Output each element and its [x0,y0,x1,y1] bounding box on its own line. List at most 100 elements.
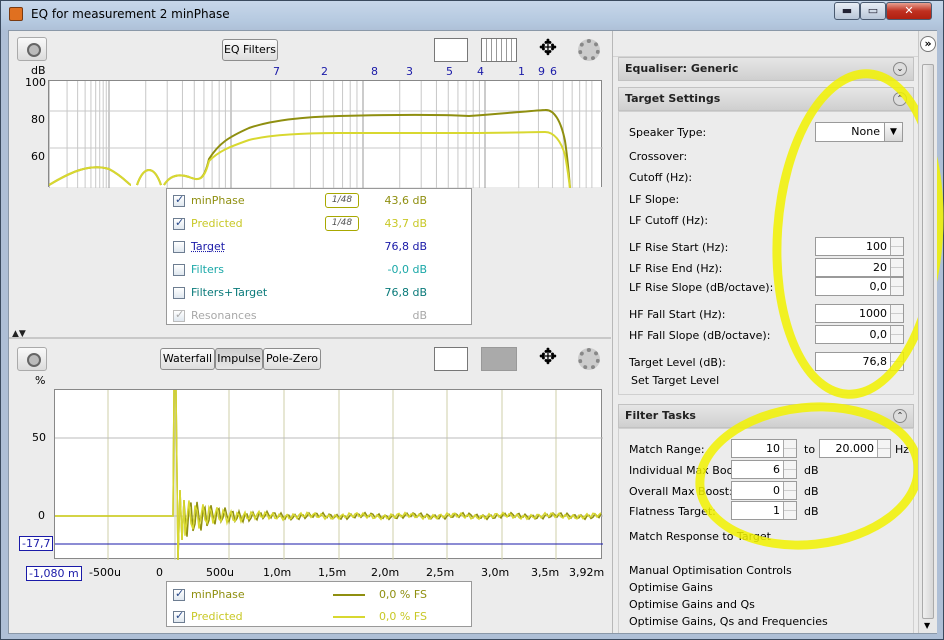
vertical-zoom-icon[interactable] [434,347,468,371]
filter-number-marker[interactable]: 4 [477,65,484,78]
individual-max-boost-field[interactable]: 6 [731,460,797,479]
expand-panel-icon[interactable]: » [920,36,936,52]
optimise-gains-link[interactable]: Optimise Gains [629,581,713,594]
legend-value: 43,6 dB [384,194,427,207]
match-response-link[interactable]: Match Response to Target [629,530,771,543]
minphase-impulse [55,390,601,560]
filter-number-marker[interactable]: 1 [518,65,525,78]
legend-name: Predicted [191,610,243,623]
speaker-type-label: Speaker Type: [629,126,706,139]
filter-number-marker[interactable]: 5 [446,65,453,78]
hz-label: Hz [895,443,909,456]
vertical-zoom-icon[interactable] [434,38,468,62]
hf-fall-start-label: HF Fall Start (Hz): [629,308,725,321]
predicted-impulse [55,390,601,560]
smoothing-button[interactable]: 1/48 [325,216,359,231]
filters-checkbox[interactable] [173,264,185,276]
filter-number-marker[interactable]: 2 [321,65,328,78]
impulse-plot[interactable] [54,389,602,559]
line-swatch [333,594,365,596]
optimise-gains-qs-link[interactable]: Optimise Gains and Qs [629,598,755,611]
gear-icon[interactable] [578,39,600,61]
lf-rise-end-field[interactable]: 20 [815,258,904,277]
lf-cutoff-label: LF Cutoff (Hz): [629,214,708,227]
target-settings-title: Target Settings [625,92,720,105]
legend-value: 0,0 % FS [379,588,427,601]
eq-settings-panel: Equaliser: Generic ⌄ Target Settings ⌃ S… [612,31,918,633]
x-tick-label: 2,0m [371,566,399,579]
minphase-checkbox[interactable] [173,589,185,601]
legend-name: Predicted [191,217,243,230]
chevron-up-icon[interactable]: ⌃ [893,92,907,106]
match-range-to-field[interactable]: 20.000 [819,439,891,458]
bottom-legend: minPhase 0,0 % FS Predicted 0,0 % FS [166,581,472,627]
target-settings-header[interactable]: Target Settings ⌃ [618,87,914,111]
eq-filters-button[interactable]: EQ Filters [222,39,278,61]
flatness-target-field[interactable]: 1 [731,501,797,520]
x-tick-label: 0 [156,566,163,579]
x-tick-label: 3,5m [531,566,559,579]
flatness-target-label: Flatness Target: [629,505,716,518]
tab-impulse[interactable]: Impulse [215,348,263,370]
smoothing-button[interactable]: 1/48 [325,193,359,208]
filters-target-checkbox[interactable] [173,287,185,299]
hf-fall-slope-field[interactable]: 0,0 [815,325,904,344]
lf-rise-start-field[interactable]: 100 [815,237,904,256]
predicted-checkbox[interactable] [173,611,185,623]
lf-rise-slope-field[interactable]: 0,0 [815,277,904,296]
maximize-button[interactable]: ▭ [860,2,886,20]
db-label: dB [804,505,819,518]
speaker-type-select[interactable]: None [815,122,903,142]
target-level-field[interactable]: 76,8 [815,352,904,371]
predicted-curve [49,132,570,188]
filter-number-marker[interactable]: 6 [550,65,557,78]
overall-max-boost-field[interactable]: 0 [731,481,797,500]
minimize-button[interactable]: ▬ [834,2,860,20]
individual-max-boost-label: Individual Max Boost: [629,464,747,477]
filter-tasks-header[interactable]: Filter Tasks ⌃ [618,404,914,428]
scroll-down-icon[interactable]: ▼ [924,621,930,630]
lf-rise-start-label: LF Rise Start (Hz): [629,241,728,254]
manual-optimisation-link[interactable]: Manual Optimisation Controls [629,564,792,577]
filter-number-marker[interactable]: 8 [371,65,378,78]
optimise-gains-qs-freq-link[interactable]: Optimise Gains, Qs and Frequencies [629,615,828,628]
legend-value: 76,8 dB [384,240,427,253]
match-range-from-field[interactable]: 10 [731,439,797,458]
predicted-checkbox[interactable] [173,218,185,230]
target-checkbox[interactable] [173,241,185,253]
impulse-svg [55,390,603,560]
chevron-down-icon[interactable]: ⌄ [893,62,907,76]
move-arrows-icon[interactable]: ✥ [530,347,566,371]
tab-pole-zero[interactable]: Pole-Zero [263,348,321,370]
minphase-checkbox[interactable] [173,195,185,207]
legend-name: Target [191,240,225,253]
db-label: dB [804,485,819,498]
legend-value: -0,0 dB [388,263,428,276]
grid-icon[interactable] [481,38,517,62]
window-title: EQ for measurement 2 minPhase [31,7,230,21]
legend-name: Resonances [191,309,257,322]
vertical-scrollbar[interactable]: » ▼ [918,31,937,633]
splitter[interactable] [9,337,611,339]
camera-icon[interactable] [17,37,47,61]
x-tick-label: -500u [89,566,121,579]
camera-icon[interactable] [17,347,47,371]
legend-value: dB [412,309,427,322]
close-button[interactable]: ✕ [886,2,932,20]
legend-row-target: Target 76,8 dB [173,239,463,255]
chevron-up-icon[interactable]: ⌃ [893,409,907,423]
filter-number-marker[interactable]: 9 [538,65,545,78]
x-tick-label: 500u [206,566,234,579]
filter-number-marker[interactable]: 3 [406,65,413,78]
hf-fall-start-field[interactable]: 1000 [815,304,904,323]
set-target-level-link[interactable]: Set Target Level [631,374,719,387]
frequency-response-plot[interactable] [48,80,602,187]
lf-slope-label: LF Slope: [629,193,679,206]
gear-icon[interactable] [578,348,600,370]
filter-number-marker[interactable]: 7 [273,65,280,78]
bottom-y-tick-50: 50 [32,431,46,444]
move-arrows-icon[interactable]: ✥ [530,38,566,62]
equaliser-header[interactable]: Equaliser: Generic ⌄ [618,57,914,81]
scrollbar-thumb[interactable] [922,64,934,619]
tab-waterfall[interactable]: Waterfall [160,348,215,370]
